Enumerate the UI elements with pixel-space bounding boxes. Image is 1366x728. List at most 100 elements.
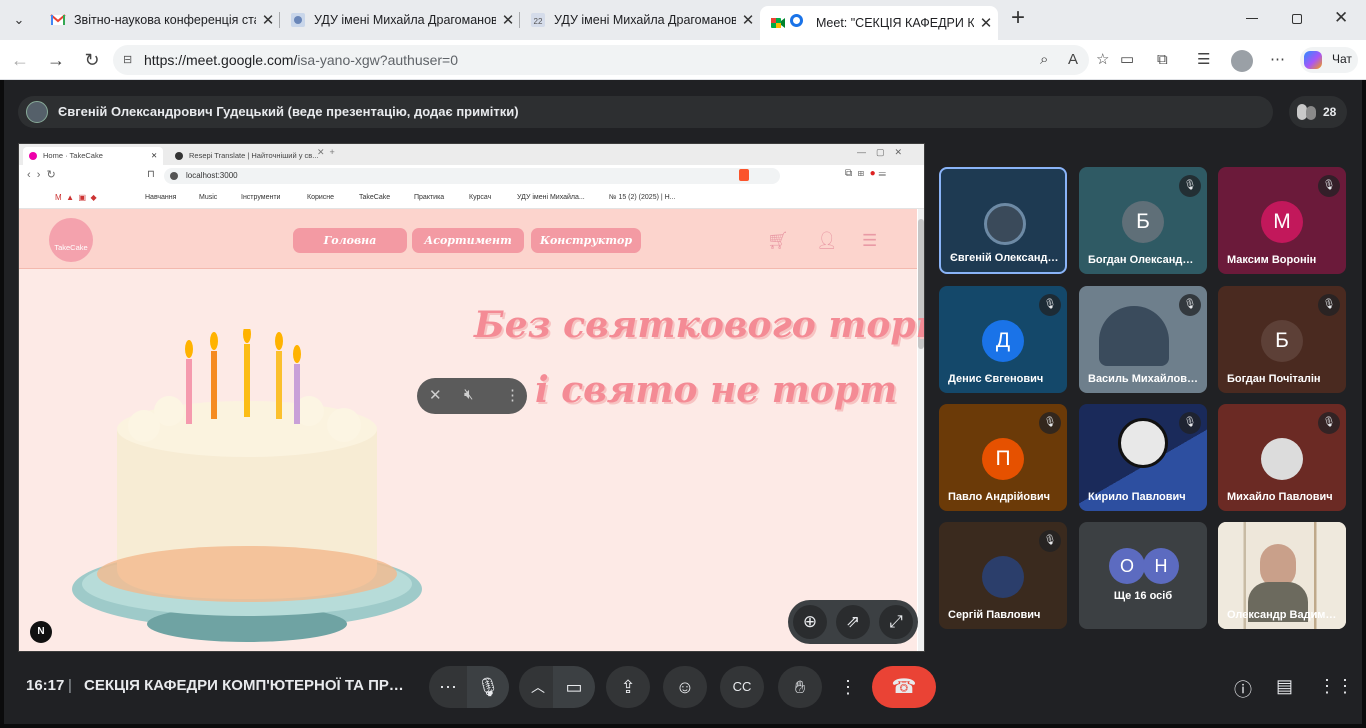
participant-name: Кирило Павлович (1088, 491, 1186, 503)
takecake-site: TakeCake Головна Асортимент Конструктор … (19, 209, 924, 651)
participant-tile[interactable]: 🎙︎ Сергій Павлович (939, 522, 1067, 629)
participant-tile[interactable]: Олександр Вадимович (1218, 522, 1346, 629)
bookmark: Music (199, 194, 218, 201)
close-icon[interactable]: ✕ (496, 11, 520, 29)
tab-meet[interactable]: Meet: "СЕКЦІЯ КАФЕДРИ КОМ ✕ (760, 6, 998, 40)
tab-conference[interactable]: Звітно-наукова конференція стар ✕ (40, 6, 280, 34)
avatar: М (1261, 201, 1303, 243)
refresh-icon[interactable]: ↻ (81, 50, 103, 70)
more-options-left-button[interactable]: ⋯ (429, 666, 467, 708)
more-vert-icon[interactable]: ⋮ (505, 386, 520, 404)
close-icon[interactable]: ✕ (256, 11, 280, 29)
participant-name: Василь Михайлович (1088, 373, 1200, 385)
chat-icon[interactable]: ▤ (1276, 676, 1293, 697)
close-icon[interactable]: ✕ (974, 14, 998, 32)
close-icon[interactable]: ✕ (736, 11, 760, 29)
url-host: https://meet.google.com/ (144, 52, 298, 68)
restore-icon[interactable] (1292, 14, 1302, 24)
screen-controls: ⊕ ⇗ ⤢ (788, 600, 918, 644)
participant-tile[interactable]: 🎙︎ Василь Михайлович (1079, 286, 1207, 393)
avatar: О (1109, 548, 1145, 584)
participant-tile[interactable]: 🎙︎ Б Богдан Олександрович (1079, 167, 1207, 274)
tab-actions-button[interactable]: ⌄ (8, 9, 30, 31)
profile-avatar[interactable] (1231, 50, 1253, 72)
captions-button[interactable]: CC (720, 666, 764, 708)
camera-icon[interactable]: ▭ (1120, 52, 1134, 68)
hero-line-1: Без святкового торту (474, 304, 924, 346)
shared-tab-resepi: Resepi Translate | Найточніший у св... (169, 147, 329, 165)
menu-icon: ☰ (862, 231, 878, 250)
raise-hand-button[interactable]: ✋︎ (778, 666, 822, 708)
site-info-icon[interactable]: ⊟ (123, 45, 132, 75)
tab-title: Meet: "СЕКЦІЯ КАФЕДРИ КОМ (816, 16, 974, 30)
takecake-logo: TakeCake (49, 218, 93, 262)
address-toolbar: ← → ↻ ⊟ https://meet.google.com/isa-yano… (0, 40, 1366, 80)
tab-title: Звітно-наукова конференція стар (74, 13, 256, 27)
new-tab-button[interactable]: + (1006, 4, 1030, 32)
minimize-icon[interactable] (1246, 18, 1258, 19)
participant-name: Богдан Олександрович (1088, 254, 1200, 266)
end-call-button[interactable]: ☎︎ (872, 666, 936, 708)
more-options-button[interactable]: ⋮ (836, 666, 860, 708)
participant-tile[interactable]: 🎙︎ Михайло Павлович (1218, 404, 1346, 511)
participant-name: Євгеній Олександрович Гудецький (950, 252, 1062, 264)
mic-off-icon: 🎙︎ (1179, 412, 1201, 434)
bookmark: Практика (414, 194, 445, 201)
tab-udu-2[interactable]: 22 УДУ імені Михайла Драгоманова ✕ (520, 6, 760, 34)
avatar (982, 556, 1024, 598)
participant-tile[interactable]: 🎙︎ П Павло Андрійович (939, 404, 1067, 511)
forward-icon[interactable]: → (45, 50, 67, 70)
url-field[interactable]: ⊟ https://meet.google.com/isa-yano-xgw?a… (113, 45, 1089, 75)
activities-icon[interactable]: ⋮⋮ (1318, 676, 1354, 697)
more-menu-icon[interactable]: ⋯ (1270, 52, 1285, 68)
bookmark: № 15 (2) (2025) | Н... (609, 194, 676, 201)
extensions-icon[interactable]: ⧉ (1157, 52, 1168, 68)
participant-tile[interactable]: 🎙︎ Б Богдан Почіталін (1218, 286, 1346, 393)
participant-name: Сергій Павлович (948, 609, 1041, 621)
avatar: Д (982, 320, 1024, 362)
shared-address-bar: ‹ › ↻ ⊓ localhost:3000 ⧉ ⊞ ● ☰ (19, 165, 924, 187)
cake-illustration (72, 329, 422, 642)
bookmark: TakeCake (359, 194, 391, 201)
meet-stage: Євгеній Олександрович Гудецький (веде пр… (4, 80, 1362, 724)
nav-assortment: Асортимент (412, 228, 524, 253)
participant-tile[interactable]: 🎙︎ М Максим Воронін (1218, 167, 1346, 274)
read-aloud-icon[interactable]: A (1068, 52, 1078, 68)
participant-name: Денис Євгенович (948, 373, 1044, 385)
present-screen-button[interactable]: ⇪ (606, 666, 650, 708)
window-close-icon[interactable]: ✕ (1334, 8, 1348, 28)
shared-url: localhost:3000 (164, 168, 780, 184)
participant-tile[interactable]: 🎙︎ Кирило Павлович (1079, 404, 1207, 511)
unpin-icon[interactable]: ✕ (429, 386, 442, 404)
emoji-button[interactable]: ☺ (663, 666, 707, 708)
participant-tile[interactable]: Євгеній Олександрович Гудецький (939, 167, 1067, 274)
more-participants-tile[interactable]: О Н Ще 16 осіб (1079, 522, 1207, 629)
camera-button[interactable]: ▭ (553, 666, 595, 708)
pop-out-icon[interactable]: ⇗ (836, 605, 870, 639)
back-icon[interactable]: ← (9, 50, 31, 70)
bookmark: Курсач (469, 194, 492, 201)
info-icon[interactable]: ⓘ (1234, 676, 1252, 702)
favorite-star-icon[interactable]: ☆ (1096, 52, 1109, 68)
participant-name: Павло Андрійович (948, 491, 1050, 503)
mic-off-icon: 🎙︎ (1318, 175, 1340, 197)
zoom-in-icon[interactable]: ⊕ (793, 605, 827, 639)
camera-options-button[interactable]: ︿ (519, 666, 557, 708)
nav-home: Головна (293, 228, 407, 253)
tab-udu-1[interactable]: УДУ імені Михайла Драгоманова ✕ (280, 6, 520, 34)
participants-button[interactable]: 28 (1289, 96, 1347, 128)
shared-tab-home: Home · TakeCake ✕ (23, 147, 163, 165)
copilot-button[interactable]: Чат (1300, 47, 1358, 73)
copilot-icon (1304, 51, 1322, 69)
avatar (984, 203, 1026, 245)
mute-icon[interactable]: 🔇︎ (464, 386, 473, 403)
zoom-icon[interactable]: ⌕ (1040, 52, 1048, 68)
fullscreen-icon[interactable]: ⤢ (879, 605, 913, 639)
presentation-controls[interactable]: ✕ 🔇︎ ⋮ (417, 378, 527, 414)
microphone-button[interactable]: 🎙︎ (467, 666, 509, 708)
participant-name: Максим Воронін (1227, 254, 1317, 266)
favorites-icon[interactable]: ☰ (1197, 52, 1210, 68)
user-icon: 👤︎ (816, 231, 838, 250)
participant-tile[interactable]: 🎙︎ Д Денис Євгенович (939, 286, 1067, 393)
shared-screen: Home · TakeCake ✕ Resepi Translate | Найт… (18, 143, 925, 652)
